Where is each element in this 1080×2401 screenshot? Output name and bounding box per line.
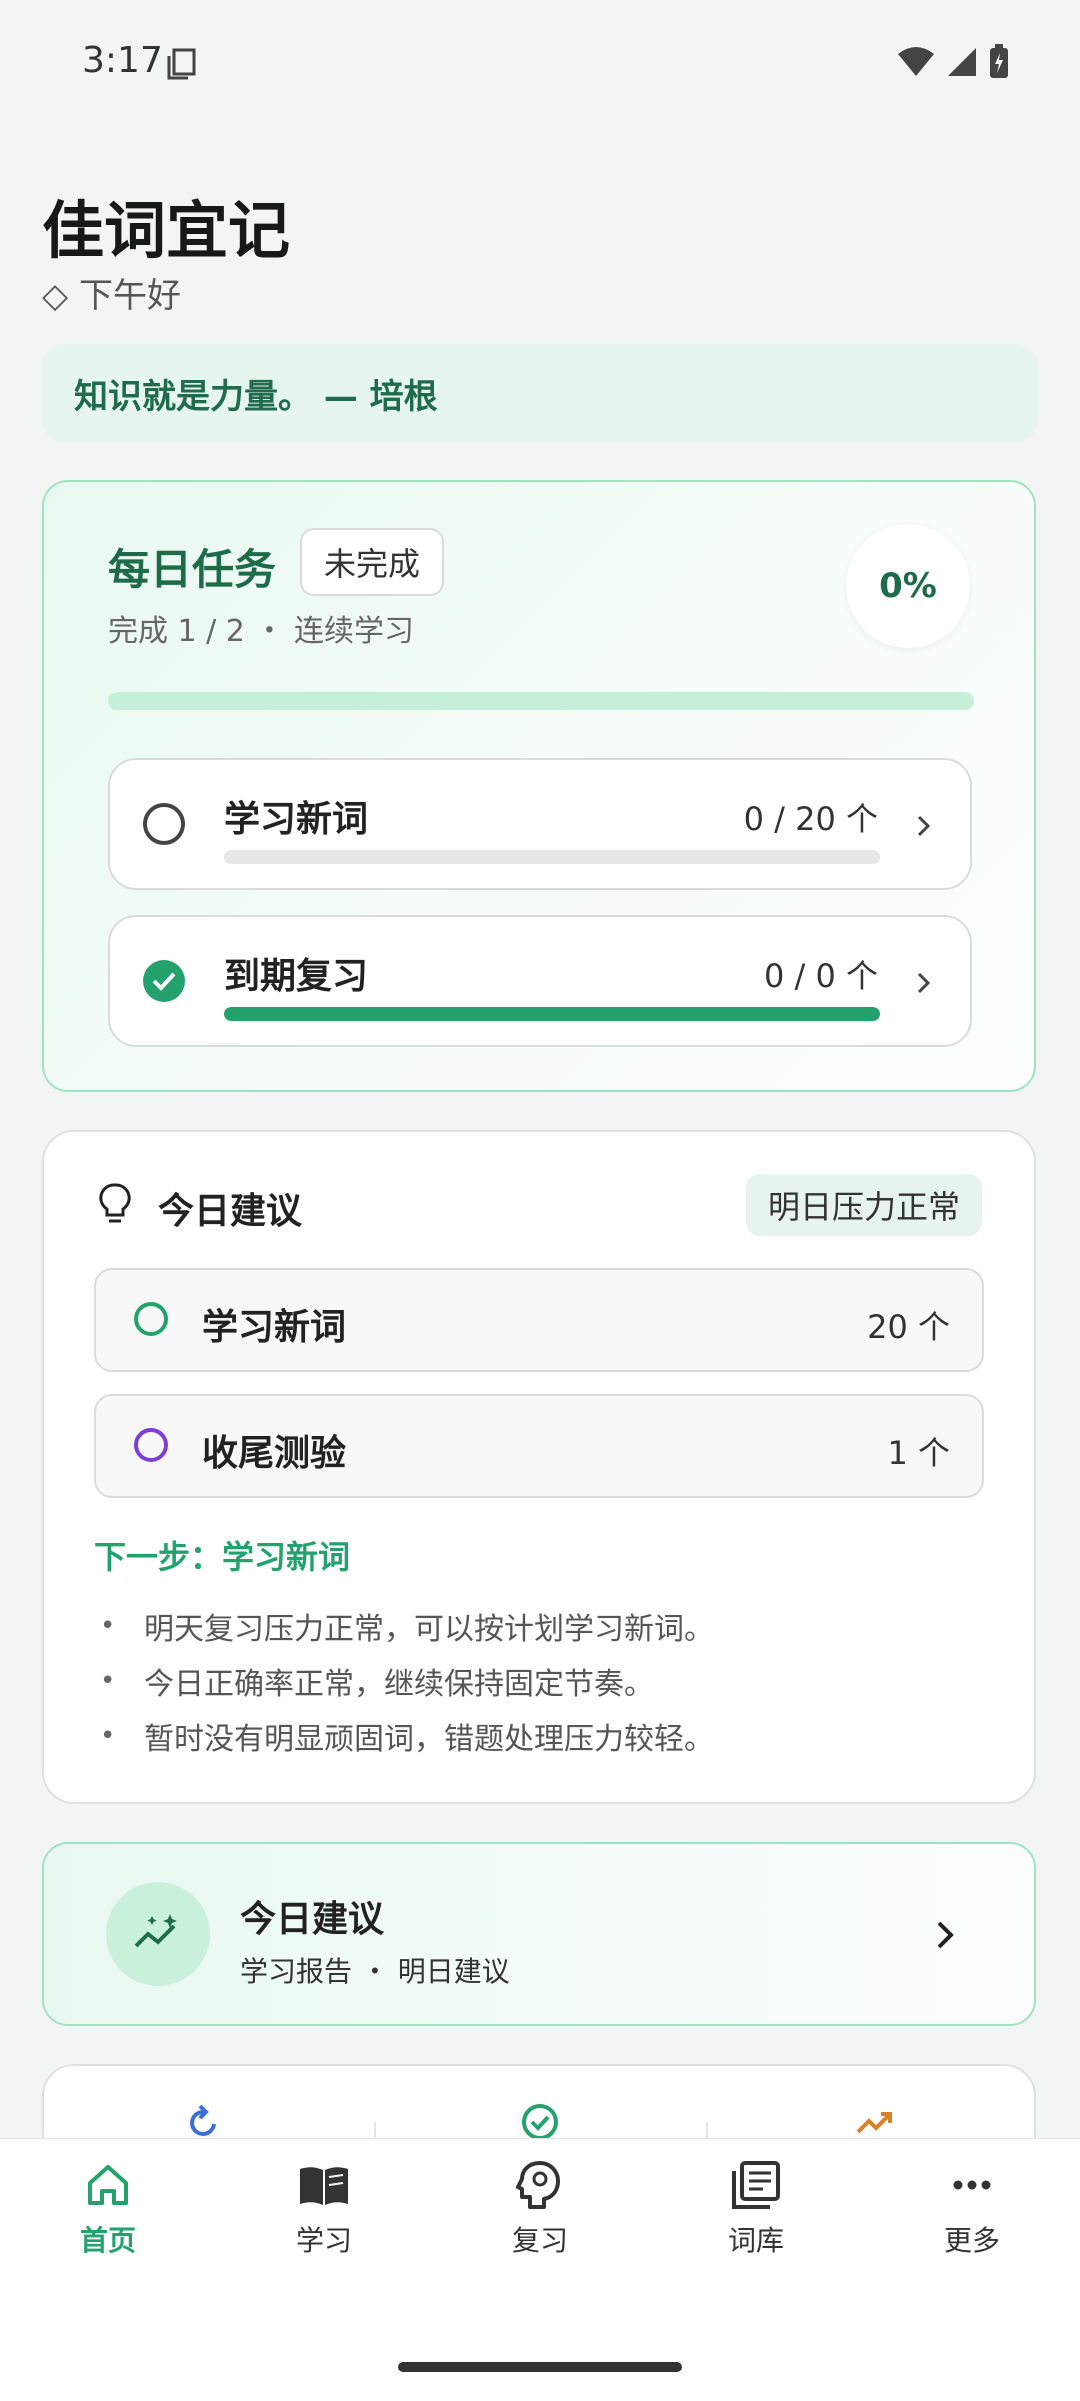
daily-task-card: 每日任务 未完成 完成 1 / 2 ・ 连续学习 0% 学习新词 0 / 20 … [42,480,1036,1092]
insights-icon [106,1882,210,1986]
nav-label: 词库 [727,2224,784,2257]
report-card-title: 今日建议 [240,1899,385,1940]
nav-more[interactable]: 更多 [864,2157,1080,2259]
task-item-learn-new[interactable]: 学习新词 0 / 20 个 [108,758,972,890]
task-item-progress [224,1007,880,1021]
tip-item: • 明天复习压力正常，可以按计划学习新词。 [100,1610,714,1647]
library-icon [732,2161,780,2209]
home-icon [88,2165,128,2205]
task-item-progress [224,850,880,864]
battery-icon [990,44,1008,78]
sim-card-icon [167,48,196,80]
quote-banner: 知识就是力量。 — 培根 [42,344,1038,442]
status-time: 3:17 [82,40,163,81]
nav-label: 复习 [511,2224,568,2257]
completion-percent: 0% [846,524,970,648]
task-status-badge: 未完成 [300,528,445,596]
daily-progress-bar [108,692,974,710]
book-icon [300,2167,348,2205]
home-gesture-bar[interactable] [398,2362,682,2372]
circle-outline-icon [134,1302,168,1336]
task-item-count: 0 / 20 个 [743,800,878,838]
nav-review[interactable]: 复习 [432,2157,648,2259]
wifi-icon [898,47,934,76]
suggestion-item-count: 20 个 [867,1308,950,1346]
quote-text: 知识就是力量。 — 培根 [74,376,438,417]
next-step-text: 下一步：学习新词 [94,1538,351,1576]
nav-home[interactable]: 首页 [0,2157,216,2259]
unchecked-circle-icon [143,803,185,845]
chevron-right-icon [917,815,931,837]
trending-up-icon [856,2112,892,2134]
brain-icon [516,2161,560,2209]
tip-item: • 暂时没有明显顽固词，错题处理压力较轻。 [100,1720,714,1757]
report-link-card[interactable]: 今日建议 学习报告 ・ 明日建议 [42,1842,1036,2026]
status-bar: 3:17 [0,0,1080,130]
task-item-label: 学习新词 [224,799,369,840]
nav-learn[interactable]: 学习 [216,2157,432,2259]
checked-circle-icon [143,960,185,1002]
chevron-right-icon [917,972,931,994]
refresh-icon [190,2104,216,2136]
task-item-label: 到期复习 [224,956,369,997]
greeting-text: ◇ 下午好 [42,276,181,316]
today-suggestion-card: 今日建议 明日压力正常 学习新词 20 个 收尾测验 1 个 下一步：学习新词 … [42,1130,1036,1804]
tips-list: • 明天复习压力正常，可以按计划学习新词。 • 今日正确率正常，继续保持固定节奏。 … [100,1598,714,1763]
nav-library[interactable]: 词库 [648,2157,864,2259]
chevron-right-icon [937,1921,954,1949]
suggestion-item-label: 收尾测验 [202,1433,347,1474]
suggestion-item-count: 1 个 [887,1434,950,1472]
app-title: 佳词宜记 [42,194,291,267]
suggestion-item-label: 学习新词 [202,1307,347,1348]
status-icons [896,44,1010,80]
task-item-due-review[interactable]: 到期复习 0 / 0 个 [108,915,972,1047]
circle-outline-icon [134,1428,168,1462]
signal-icon [948,48,976,76]
nav-label: 学习 [295,2224,352,2257]
suggestion-item-quiz[interactable]: 收尾测验 1 个 [94,1394,984,1498]
report-card-subtitle: 学习报告 ・ 明日建议 [240,1955,510,1988]
pressure-badge: 明日压力正常 [745,1174,982,1236]
tip-item: • 今日正确率正常，继续保持固定节奏。 [100,1665,654,1702]
task-summary: 完成 1 / 2 ・ 连续学习 [108,614,414,649]
lightbulb-icon [99,1183,131,1223]
task-item-count: 0 / 0 个 [763,957,878,995]
suggestion-item-learn[interactable]: 学习新词 20 个 [94,1268,984,1372]
nav-label: 首页 [79,2224,136,2257]
daily-task-title: 每日任务 [108,545,277,594]
suggestion-title: 今日建议 [158,1191,303,1232]
nav-label: 更多 [943,2224,1000,2257]
more-icon [953,2180,991,2190]
check-circle-icon [522,2104,558,2140]
